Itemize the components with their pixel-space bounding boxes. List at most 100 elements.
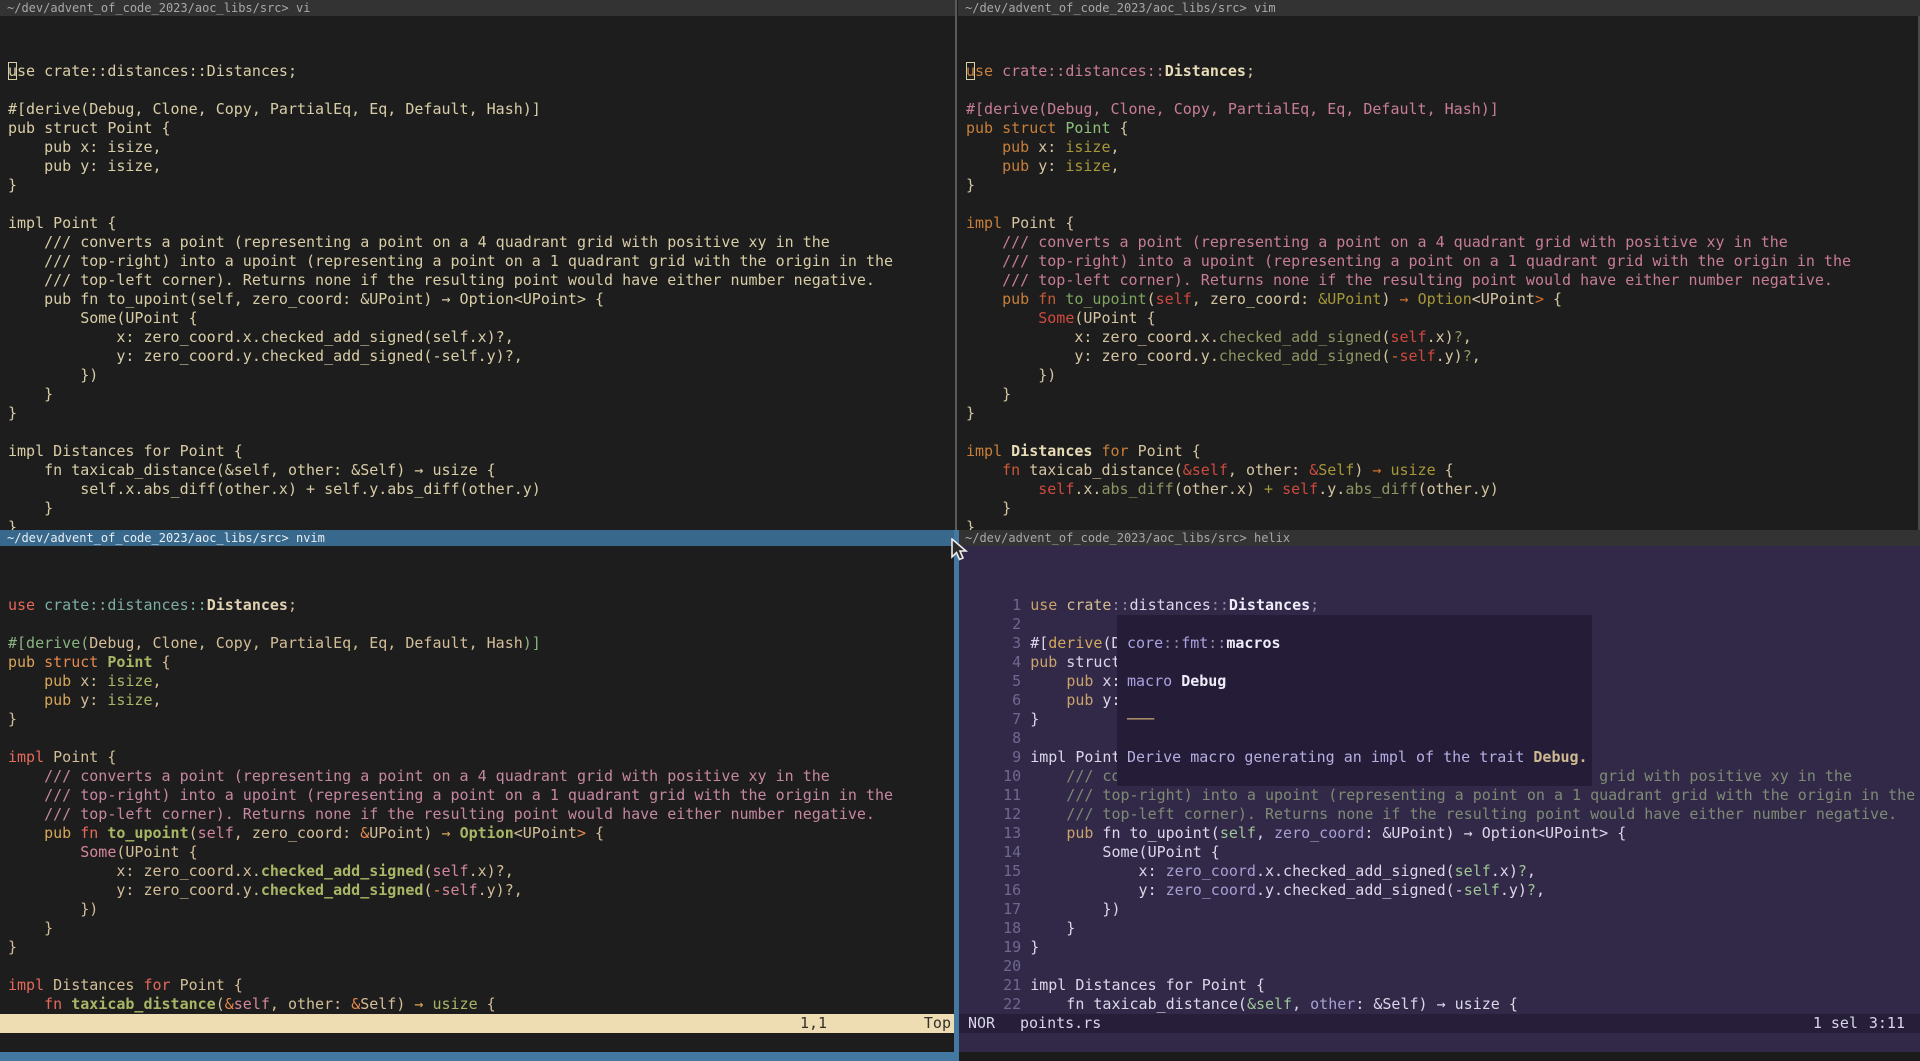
code-line: fn taxicab_distance(&self, other: &Self)… — [8, 995, 956, 1014]
helix-pane[interactable]: ~/dev/advent_of_code_2023/aoc_libs/src> … — [958, 530, 1920, 1061]
nvim-cmdline — [0, 1033, 956, 1052]
vi-pane[interactable]: ~/dev/advent_of_code_2023/aoc_libs/src> … — [0, 0, 956, 530]
helix-pane-titlebar[interactable]: ~/dev/advent_of_code_2023/aoc_libs/src> … — [958, 530, 1920, 546]
code-line — [1117, 653, 1592, 672]
pane-divider-top[interactable] — [955, 0, 957, 530]
vim-pane[interactable]: ~/dev/advent_of_code_2023/aoc_libs/src> … — [958, 0, 1920, 530]
code-line: use crate::distances::Distances; — [966, 62, 1918, 81]
code-line: } — [8, 404, 956, 423]
vim-code-area[interactable]: use crate::distances::Distances;#[derive… — [958, 16, 1920, 538]
nvim-code-area[interactable]: use crate::distances::Distances;#[derive… — [0, 546, 956, 1026]
code-line: }) — [966, 366, 1918, 385]
code-line: Derive macro generating an impl of the t… — [1117, 748, 1592, 767]
nvim-pane-titlebar[interactable]: ~/dev/advent_of_code_2023/aoc_libs/src> … — [0, 530, 956, 546]
code-line — [1117, 691, 1592, 710]
code-line: pub y: isize, — [966, 157, 1918, 176]
code-line: impl Distances for Point { — [966, 442, 1918, 461]
nvim-pane[interactable]: ~/dev/advent_of_code_2023/aoc_libs/src> … — [0, 530, 956, 1061]
code-line: impl Distances for Point { — [8, 442, 956, 461]
code-line: 20 — [976, 957, 1920, 976]
code-line: } — [966, 385, 1918, 404]
code-line: } — [966, 499, 1918, 518]
code-line — [966, 423, 1918, 442]
code-line — [966, 81, 1918, 100]
code-line: 15 x: zero_coord.x.checked_add_signed(se… — [976, 862, 1920, 881]
code-line: /// converts a point (representing a poi… — [966, 233, 1918, 252]
vim-pane-titlebar[interactable]: ~/dev/advent_of_code_2023/aoc_libs/src> … — [958, 0, 1920, 16]
code-line: 13 pub fn to_upoint(self, zero_coord: &U… — [976, 824, 1920, 843]
code-line: /// top-left corner). Returns none if th… — [8, 271, 956, 290]
code-line: pub x: isize, — [966, 138, 1918, 157]
code-line: /// top-right) into a upoint (representi… — [8, 786, 956, 805]
code-line: self.x.abs_diff(other.x) + self.y.abs_di… — [8, 480, 956, 499]
code-line: 17 }) — [976, 900, 1920, 919]
code-line: impl Distances for Point { — [8, 976, 956, 995]
helix-cursor-pos: 3:11 — [1869, 1014, 1905, 1033]
code-line: 12 /// top-left corner). Returns none if… — [976, 805, 1920, 824]
pane-divider-bottom-active[interactable] — [954, 530, 959, 1061]
code-line: pub y: isize, — [8, 691, 956, 710]
code-lines: use crate::distances::Distances;#[derive… — [966, 62, 1918, 537]
code-line: #[derive(Debug, Clone, Copy, PartialEq, … — [966, 100, 1918, 119]
code-line — [1117, 615, 1592, 634]
hover-doc-content: core::fmt::macrosmacro Debug───Derive ma… — [1117, 615, 1592, 786]
hover-doc-popup: core::fmt::macrosmacro Debug───Derive ma… — [1117, 615, 1592, 786]
code-line: impl Point { — [8, 214, 956, 233]
code-line: 22 fn taxicab_distance(&self, other: &Se… — [976, 995, 1920, 1014]
code-line: core::fmt::macros — [1117, 634, 1592, 653]
code-line: fn taxicab_distance(&self, other: &Self)… — [966, 461, 1918, 480]
code-line: 19 } — [976, 938, 1920, 957]
code-line: /// top-right) into a upoint (representi… — [966, 252, 1918, 271]
code-line — [8, 81, 956, 100]
code-line: use crate::distances::Distances; — [8, 62, 956, 81]
helix-mode-indicator: NOR — [968, 1014, 995, 1033]
nvim-statusline: points.rs 1,1 Top — [0, 1014, 956, 1033]
code-line: 1 use crate::distances::Distances; — [976, 596, 1920, 615]
code-line: y: zero_coord.y.checked_add_signed(-self… — [8, 347, 956, 366]
code-line: } — [8, 710, 956, 729]
code-line: pub struct Point { — [966, 119, 1918, 138]
code-line: } — [8, 938, 956, 957]
code-line: pub struct Point { — [8, 653, 956, 672]
nvim-ruler: 1,1 — [800, 1014, 827, 1033]
helix-bottom-gap — [958, 1052, 1920, 1061]
code-line — [8, 615, 956, 634]
code-line — [8, 195, 956, 214]
code-lines: use crate::distances::Distances;#[derive… — [8, 596, 956, 1026]
code-line: /// converts a point (representing a poi… — [8, 767, 956, 786]
code-line — [8, 729, 956, 748]
code-line: impl Point { — [966, 214, 1918, 233]
code-line: y: zero_coord.y.checked_add_signed(-self… — [8, 881, 956, 900]
code-line: pub fn to_upoint(self, zero_coord: &UPoi… — [966, 290, 1918, 309]
code-line: pub fn to_upoint(self, zero_coord: &UPoi… — [8, 824, 956, 843]
nvim-scroll-pos: Top — [924, 1014, 951, 1033]
code-line: Some(UPoint { — [8, 843, 956, 862]
code-line: } — [8, 385, 956, 404]
helix-selection-count: 1 sel — [1813, 1014, 1858, 1033]
code-line: Some(UPoint { — [8, 309, 956, 328]
code-line: /// converts a point (representing a poi… — [8, 233, 956, 252]
helix-status-file: points.rs — [1020, 1014, 1101, 1033]
code-line: pub fn to_upoint(self, zero_coord: &UPoi… — [8, 290, 956, 309]
terminal-multiplexer: ~/dev/advent_of_code_2023/aoc_libs/src> … — [0, 0, 1920, 1061]
code-line: 16 y: zero_coord.y.checked_add_signed(-s… — [976, 881, 1920, 900]
code-line: pub x: isize, — [8, 138, 956, 157]
code-line: }) — [8, 366, 956, 385]
code-line: ─── — [1117, 710, 1592, 729]
code-lines: use crate::distances::Distances;#[derive… — [8, 62, 956, 537]
code-line: fn taxicab_distance(&self, other: &Self)… — [8, 461, 956, 480]
vi-code-area[interactable]: use crate::distances::Distances;#[derive… — [0, 16, 956, 538]
code-line: pub y: isize, — [8, 157, 956, 176]
code-line: } — [8, 919, 956, 938]
code-line — [966, 195, 1918, 214]
code-line: use crate::distances::Distances; — [8, 596, 956, 615]
active-pane-bottom-border — [0, 1052, 956, 1061]
code-line: x: zero_coord.x.checked_add_signed(self.… — [966, 328, 1918, 347]
code-line: #[derive(Debug, Clone, Copy, PartialEq, … — [8, 100, 956, 119]
code-line: /// top-right) into a upoint (representi… — [8, 252, 956, 271]
code-line: pub x: isize, — [8, 672, 956, 691]
code-line: } — [966, 176, 1918, 195]
vi-pane-titlebar[interactable]: ~/dev/advent_of_code_2023/aoc_libs/src> … — [0, 0, 956, 16]
code-line: }) — [8, 900, 956, 919]
code-line: } — [8, 499, 956, 518]
